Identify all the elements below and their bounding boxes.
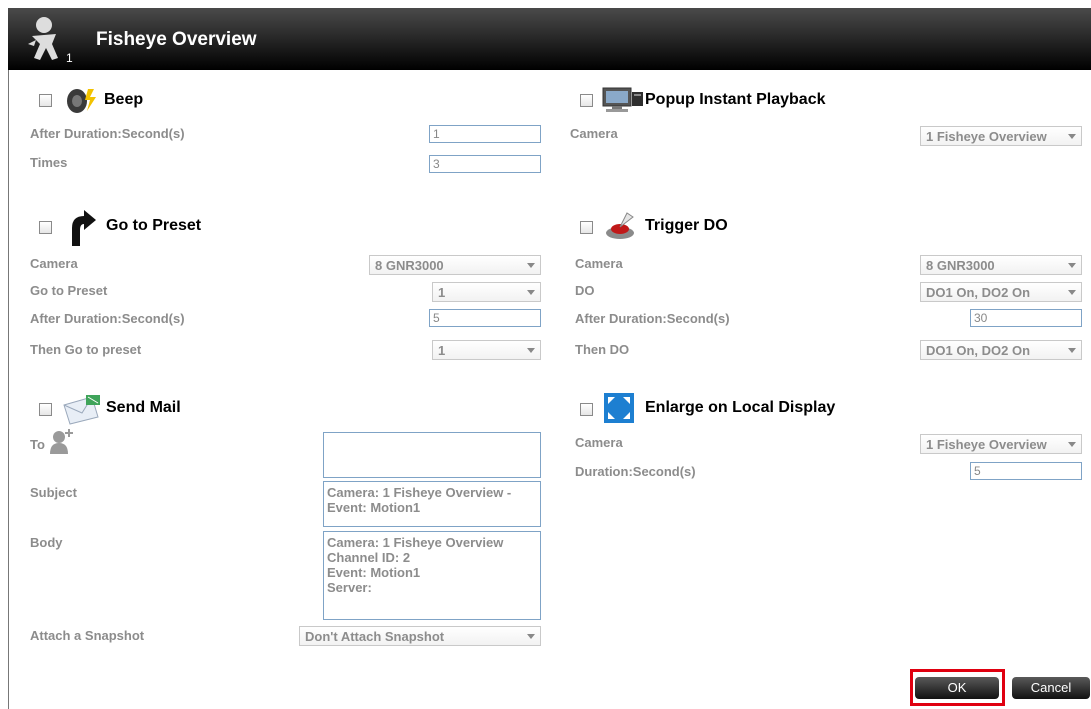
camera-person-logo-icon: 1	[28, 17, 73, 65]
popup-playback-checkbox[interactable]	[580, 94, 593, 107]
enlarge-camera-label: Camera	[575, 435, 623, 450]
popup-camera-value: 1 Fisheye Overview	[926, 129, 1047, 144]
beep-after-duration-label: After Duration:Second(s)	[30, 126, 185, 141]
trigger-then-do-value: DO1 On, DO2 On	[926, 343, 1031, 358]
beep-times-input[interactable]: 3	[429, 155, 541, 173]
trigger-then-do-label: Then DO	[575, 342, 630, 357]
alarm-button-icon	[606, 212, 634, 239]
beep-checkbox[interactable]	[39, 94, 52, 107]
send-mail-checkbox[interactable]	[39, 403, 52, 416]
go-to-preset-checkbox[interactable]	[39, 221, 52, 234]
trigger-camera-label: Camera	[575, 256, 623, 271]
send-mail-title: Send Mail	[106, 399, 181, 416]
mail-attach-select[interactable]: Don't Attach Snapshot	[299, 626, 541, 646]
chevron-down-icon	[527, 634, 535, 639]
left-border	[8, 70, 9, 709]
preset-goto-label: Go to Preset	[30, 283, 108, 298]
chevron-down-icon	[527, 263, 535, 268]
mail-to-label: To	[30, 437, 45, 452]
enlarge-camera-select[interactable]: 1 Fisheye Overview	[920, 434, 1082, 454]
beep-title: Beep	[104, 91, 144, 108]
ok-button[interactable]: OK	[915, 677, 999, 699]
trigger-after-duration-input[interactable]: 30	[970, 309, 1082, 327]
chevron-down-icon	[1068, 442, 1076, 447]
preset-then-label: Then Go to preset	[30, 342, 142, 357]
trigger-do-value: DO1 On, DO2 On	[926, 285, 1031, 300]
chevron-down-icon	[1068, 134, 1076, 139]
enlarge-camera-value: 1 Fisheye Overview	[926, 437, 1047, 452]
preset-goto-value: 1	[438, 285, 446, 300]
preset-after-duration-input[interactable]: 5	[429, 309, 541, 327]
chevron-down-icon	[1068, 348, 1076, 353]
beep-times-label: Times	[30, 155, 68, 170]
preset-then-value: 1	[438, 343, 446, 358]
enlarge-duration-label: Duration:Second(s)	[575, 464, 696, 479]
mail-subject-label: Subject	[30, 485, 77, 500]
mail-attach-label: Attach a Snapshot	[30, 628, 145, 643]
mail-attach-value: Don't Attach Snapshot	[305, 629, 445, 644]
mail-body-textarea[interactable]: Camera: 1 Fisheye Overview Channel ID: 2…	[323, 531, 541, 620]
body-line: Camera: 1 Fisheye Overview	[327, 535, 504, 550]
monitor-playback-icon	[602, 87, 643, 112]
dialog-title: Fisheye Overview	[96, 29, 257, 50]
svg-text:1: 1	[66, 51, 73, 65]
subject-line: Event: Motion1	[327, 500, 421, 515]
chevron-down-icon	[1068, 263, 1076, 268]
chevron-down-icon	[527, 290, 535, 295]
preset-camera-select[interactable]: 8 GNR3000	[369, 255, 541, 275]
trigger-do-title: Trigger DO	[645, 217, 728, 234]
body-line: Channel ID: 2	[327, 550, 411, 565]
dialog-header: 1 Fisheye Overview	[8, 8, 1091, 70]
cancel-button[interactable]: Cancel	[1012, 677, 1090, 699]
popup-camera-select[interactable]: 1 Fisheye Overview	[920, 126, 1082, 146]
enlarge-display-checkbox[interactable]	[580, 403, 593, 416]
mail-to-textarea[interactable]	[323, 432, 541, 478]
body-line: Event: Motion1	[327, 565, 421, 580]
trigger-camera-value: 8 GNR3000	[926, 258, 995, 273]
beep-speaker-icon	[67, 89, 96, 113]
popup-camera-label: Camera	[570, 126, 618, 141]
chevron-down-icon	[1068, 290, 1076, 295]
chevron-down-icon	[527, 348, 535, 353]
preset-then-select[interactable]: 1	[432, 340, 541, 360]
add-contact-icon[interactable]	[50, 428, 74, 454]
preset-camera-value: 8 GNR3000	[375, 258, 444, 273]
mail-body-label: Body	[30, 535, 63, 550]
subject-line: Camera: 1 Fisheye Overview -	[327, 485, 512, 500]
enlarge-duration-input[interactable]: 5	[970, 462, 1082, 480]
preset-camera-label: Camera	[30, 256, 78, 271]
trigger-do-select[interactable]: DO1 On, DO2 On	[920, 282, 1082, 302]
mail-subject-textarea[interactable]: Camera: 1 Fisheye Overview - Event: Moti…	[323, 481, 541, 527]
preset-after-duration-label: After Duration:Second(s)	[30, 311, 185, 326]
trigger-camera-select[interactable]: 8 GNR3000	[920, 255, 1082, 275]
go-to-preset-title: Go to Preset	[106, 217, 202, 234]
trigger-do-label: DO	[575, 283, 595, 298]
fullscreen-icon	[604, 393, 634, 423]
beep-after-duration-input[interactable]: 1	[429, 125, 541, 143]
trigger-after-duration-label: After Duration:Second(s)	[575, 311, 730, 326]
preset-goto-select[interactable]: 1	[432, 282, 541, 302]
popup-playback-title: Popup Instant Playback	[645, 91, 826, 108]
enlarge-display-title: Enlarge on Local Display	[645, 399, 836, 416]
envelope-icon	[63, 395, 100, 425]
trigger-then-do-select[interactable]: DO1 On, DO2 On	[920, 340, 1082, 360]
trigger-do-checkbox[interactable]	[580, 221, 593, 234]
body-line: Server:	[327, 580, 372, 595]
curved-arrow-icon	[72, 210, 96, 246]
